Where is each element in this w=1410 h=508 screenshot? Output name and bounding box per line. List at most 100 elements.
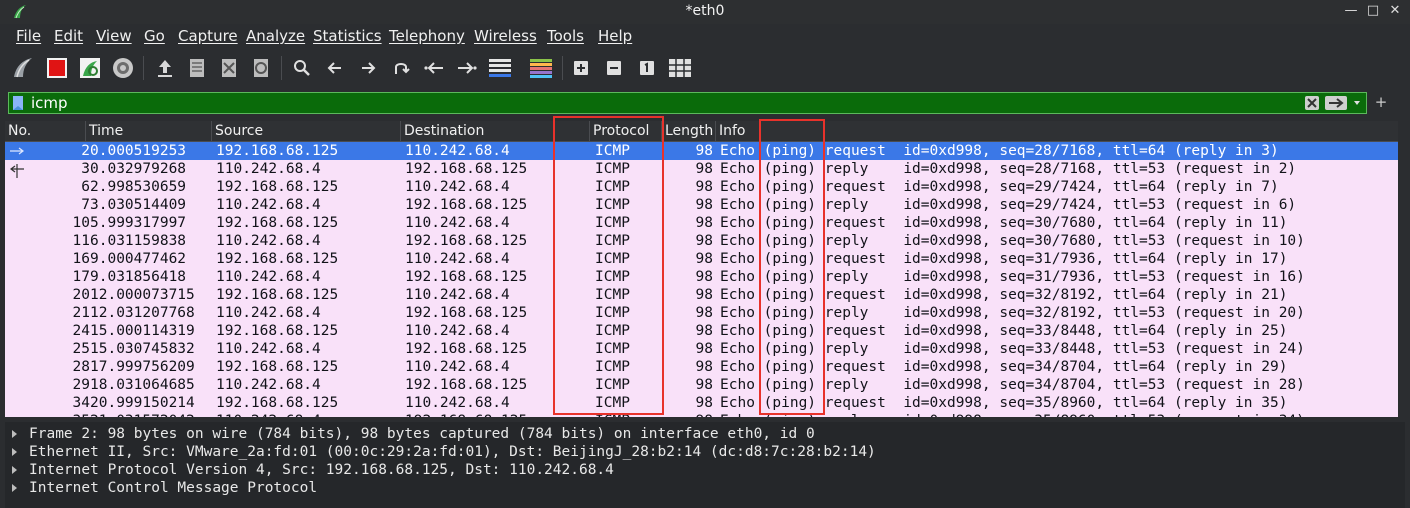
- table-row[interactable]: 20 12.000073715 192.168.68.125 110.242.68.4…: [5, 286, 1398, 304]
- reload-icon[interactable]: [248, 55, 274, 81]
- table-row[interactable]: 25 15.030745832 110.242.68.4 192.168.68.125…: [5, 340, 1398, 358]
- column-divider[interactable]: [589, 121, 590, 141]
- detail-row-ethernet[interactable]: Ethernet II, Src: VMware_2a:fd:01 (00:0c…: [5, 443, 1395, 461]
- save-file-icon[interactable]: [184, 55, 210, 81]
- table-row[interactable]: 10 5.999317997 192.168.68.125 110.242.68.4 I…: [5, 214, 1398, 232]
- menu-go[interactable]: Go: [144, 27, 165, 45]
- source-cell: 192.168.68.125: [216, 143, 339, 159]
- table-row[interactable]: 34 20.999150214 192.168.68.125 110.242.68.4…: [5, 394, 1398, 412]
- display-filter-bar[interactable]: icmp: [8, 92, 1367, 114]
- column-divider[interactable]: [400, 121, 401, 141]
- length-cell: 98: [695, 287, 713, 303]
- menu-view[interactable]: View: [96, 27, 132, 45]
- destination-cell: 110.242.68.4: [405, 251, 510, 267]
- toolbar-separator: [143, 56, 144, 80]
- table-row[interactable]: 29 18.031064685 110.242.68.4 192.168.68.125…: [5, 376, 1398, 394]
- detail-row-frame[interactable]: Frame 2: 98 bytes on wire (784 bits), 98…: [5, 425, 1395, 443]
- zoom-out-icon[interactable]: [601, 55, 627, 81]
- table-row[interactable]: 24 15.000114319 192.168.68.125 110.242.68.4…: [5, 322, 1398, 340]
- menu-wireless[interactable]: Wireless: [474, 27, 537, 45]
- apply-filter-icon[interactable]: [1324, 95, 1348, 111]
- menu-telephony[interactable]: Telephony: [389, 27, 465, 45]
- close-icon[interactable]: ✕: [1386, 2, 1404, 20]
- column-divider[interactable]: [661, 121, 662, 141]
- capture-options-gear-icon[interactable]: [110, 55, 136, 81]
- info-cell: Echo (ping) request id=0xd998, seq=29/74…: [720, 179, 1279, 195]
- table-row[interactable]: 2 0.000519253 192.168.68.125 110.242.68.4 IC…: [5, 142, 1398, 160]
- colorize-icon[interactable]: [528, 55, 554, 81]
- column-divider[interactable]: [85, 121, 86, 141]
- table-row[interactable]: 28 17.999756209 192.168.68.125 110.242.68.4…: [5, 358, 1398, 376]
- request-arrow-icon: [10, 147, 24, 155]
- table-row[interactable]: 6 2.998530659 192.168.68.125 110.242.68.4 IC…: [5, 178, 1398, 196]
- forward-arrow-icon[interactable]: [355, 55, 381, 81]
- table-row[interactable]: 11 6.031159838 110.242.68.4 192.168.68.125 I…: [5, 232, 1398, 250]
- table-row[interactable]: 21 12.031207768 110.242.68.4 192.168.68.125…: [5, 304, 1398, 322]
- add-filter-button-icon[interactable]: +: [1373, 93, 1389, 111]
- search-icon[interactable]: [289, 55, 315, 81]
- minimize-icon[interactable]: —: [1342, 2, 1360, 20]
- info-cell: Echo (ping) reply id=0xd998, seq=29/7424…: [720, 197, 1297, 213]
- menu-edit[interactable]: Edit: [54, 27, 83, 45]
- expand-arrow-icon[interactable]: [12, 466, 17, 474]
- table-row[interactable]: 7 3.030514409 110.242.68.4 192.168.68.125 IC…: [5, 196, 1398, 214]
- column-header-length[interactable]: Length: [665, 122, 713, 141]
- packet-number-cell: 6: [81, 179, 90, 195]
- table-row[interactable]: 17 9.031856418 110.242.68.4 192.168.68.125 I…: [5, 268, 1398, 286]
- column-header-protocol[interactable]: Protocol: [593, 122, 649, 141]
- length-cell: 98: [695, 179, 713, 195]
- info-cell: Echo (ping) request id=0xd998, seq=32/81…: [720, 287, 1288, 303]
- filter-history-dropdown-icon[interactable]: [1352, 95, 1362, 111]
- bookmark-icon[interactable]: [12, 95, 24, 111]
- zoom-in-icon[interactable]: [568, 55, 594, 81]
- time-cell: 9.000477462: [90, 251, 187, 267]
- column-header-time[interactable]: Time: [89, 122, 123, 141]
- expand-arrow-icon[interactable]: [12, 484, 17, 492]
- expand-arrow-icon[interactable]: [12, 448, 17, 456]
- column-header-source[interactable]: Source: [215, 122, 263, 141]
- table-row[interactable]: 3521.031572042 110.242.68.4 192.168.68.125…: [5, 412, 1398, 417]
- packet-number-cell: 11: [72, 233, 90, 249]
- menu-analyze[interactable]: Analyze: [246, 27, 305, 45]
- menu-capture[interactable]: Capture: [178, 27, 238, 45]
- column-header-destination[interactable]: Destination: [404, 122, 484, 141]
- time-cell: 20.999150214: [90, 395, 195, 411]
- column-divider[interactable]: [211, 121, 212, 141]
- column-header-info[interactable]: Info: [719, 122, 746, 141]
- menu-statistics[interactable]: Statistics: [313, 27, 382, 45]
- open-file-upload-icon[interactable]: [152, 55, 178, 81]
- table-row[interactable]: 3 0.032979268 110.242.68.4 192.168.68.125 IC…: [5, 160, 1398, 178]
- column-header-no[interactable]: No.: [8, 122, 31, 141]
- menu-file[interactable]: File: [16, 27, 41, 45]
- normal-size-icon[interactable]: [634, 55, 660, 81]
- last-packet-icon[interactable]: [454, 55, 480, 81]
- close-file-icon[interactable]: [216, 55, 242, 81]
- detail-row-ipv4[interactable]: Internet Protocol Version 4, Src: 192.16…: [5, 461, 1395, 479]
- length-cell: 98: [695, 377, 713, 393]
- menu-help[interactable]: Help: [598, 27, 632, 45]
- restart-capture-icon[interactable]: [77, 55, 103, 81]
- resize-columns-icon[interactable]: [667, 55, 693, 81]
- display-filter-input[interactable]: icmp: [31, 94, 68, 112]
- length-cell: 98: [695, 305, 713, 321]
- back-arrow-icon[interactable]: [322, 55, 348, 81]
- clear-filter-icon[interactable]: [1304, 95, 1320, 111]
- detail-text: Frame 2: 98 bytes on wire (784 bits), 98…: [29, 426, 815, 442]
- shark-fin-start-icon[interactable]: [10, 55, 36, 81]
- info-cell: Echo (ping) request id=0xd998, seq=31/79…: [720, 251, 1288, 267]
- go-to-packet-icon[interactable]: [388, 55, 414, 81]
- packet-list-scrollbar[interactable]: [1398, 121, 1405, 417]
- stop-square-icon[interactable]: [44, 55, 70, 81]
- table-row[interactable]: 16 9.000477462 192.168.68.125 110.242.68.4 I…: [5, 250, 1398, 268]
- maximize-icon[interactable]: □: [1364, 2, 1382, 20]
- destination-cell: 110.242.68.4: [405, 395, 510, 411]
- window-title: *eth0: [685, 3, 725, 19]
- column-divider[interactable]: [715, 121, 716, 141]
- expand-arrow-icon[interactable]: [12, 430, 17, 438]
- autoscroll-icon[interactable]: [487, 55, 513, 81]
- detail-row-icmp[interactable]: Internet Control Message Protocol: [5, 479, 1395, 497]
- menu-tools[interactable]: Tools: [547, 27, 584, 45]
- info-cell: Echo (ping) reply id=0xd998, seq=28/7168…: [720, 161, 1297, 177]
- first-packet-icon[interactable]: [421, 55, 447, 81]
- info-cell: Echo (ping) reply id=0xd998, seq=30/7680…: [720, 233, 1305, 249]
